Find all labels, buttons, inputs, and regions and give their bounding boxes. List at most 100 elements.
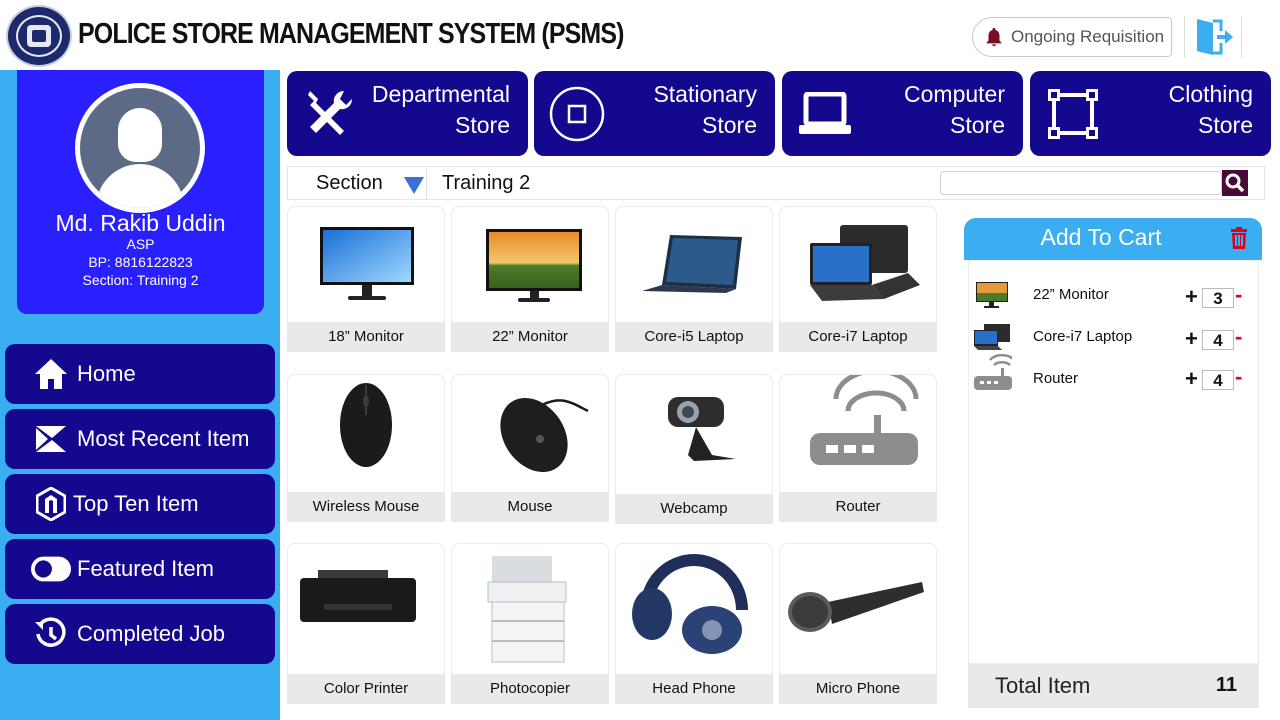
nav-item-home[interactable]: Home: [5, 344, 275, 404]
cart-item-name: Router: [1033, 370, 1079, 387]
cart-item-name: Core-i7 Laptop: [1033, 328, 1133, 345]
product-name: Micro Phone: [779, 674, 937, 704]
cart-item: Router + 4 -: [969, 354, 1258, 391]
product-card[interactable]: Router: [779, 374, 937, 522]
search-icon: [1225, 173, 1245, 193]
product-name: Router: [779, 492, 937, 522]
avatar: [75, 83, 205, 213]
cart-item: Core-i7 Laptop + 4 -: [969, 322, 1258, 354]
police-logo: [6, 5, 72, 67]
product-name: Color Printer: [287, 674, 445, 704]
product-name: Wireless Mouse: [287, 492, 445, 522]
qty-input[interactable]: 3: [1202, 288, 1234, 308]
total-label: Total Item: [995, 673, 1091, 698]
nav-item-completed-job[interactable]: Completed Job: [5, 604, 275, 664]
shield-icon: [36, 487, 66, 521]
product-card[interactable]: Photocopier: [451, 543, 609, 704]
section-dropdown-arrow-icon[interactable]: [404, 177, 424, 194]
profile-section: Section: Training 2: [82, 272, 199, 288]
product-card[interactable]: Micro Phone: [779, 543, 937, 704]
profile-rank: ASP: [126, 236, 155, 252]
trash-icon[interactable]: [1230, 227, 1248, 249]
profile-name: Md. Rakib Uddin: [55, 210, 226, 236]
product-name: 22” Monitor: [451, 322, 609, 352]
product-card[interactable]: Color Printer: [287, 543, 445, 704]
nav-label-completed-job: Completed Job: [77, 621, 225, 646]
product-card[interactable]: Mouse: [451, 374, 609, 522]
store-tile-stationary[interactable]: Stationary Store: [534, 71, 775, 156]
store-tile-departmental[interactable]: Departmental Store: [287, 71, 528, 156]
store-line1: Departmental: [371, 81, 510, 107]
section-label: Section: [316, 172, 383, 194]
laptop-image: [642, 235, 742, 293]
increase-qty-button[interactable]: +: [1185, 326, 1198, 352]
store-line1: Stationary: [653, 81, 757, 107]
decrease-qty-button[interactable]: -: [1235, 364, 1242, 390]
nav-item-most-recent[interactable]: Most Recent Item: [5, 409, 275, 469]
cart-item: 22” Monitor + 3 -: [969, 280, 1258, 312]
store-tile-clothing[interactable]: Clothing Store: [1030, 71, 1271, 156]
increase-qty-button[interactable]: +: [1185, 366, 1198, 392]
search-button[interactable]: [1222, 170, 1248, 196]
header: POLICE STORE MANAGEMENT SYSTEM (PSMS) On…: [0, 0, 1280, 70]
store-line2: Store: [702, 112, 757, 138]
cart-title: Add To Cart: [1040, 224, 1162, 250]
app-title: POLICE STORE MANAGEMENT SYSTEM (PSMS): [78, 18, 624, 50]
microphone-image: [788, 582, 924, 632]
recent-icon: [36, 426, 66, 452]
product-name: Core-i5 Laptop: [615, 322, 773, 352]
product-card[interactable]: 22” Monitor: [451, 206, 609, 352]
product-name: 18” Monitor: [287, 322, 445, 352]
webcam-image: [668, 397, 736, 461]
store-line1: Computer: [904, 81, 1005, 107]
laptop-image: [810, 225, 920, 301]
product-card[interactable]: Core-i5 Laptop: [615, 206, 773, 352]
printer-image: [300, 570, 416, 622]
router-image: [810, 375, 919, 465]
monitor-image: [486, 229, 582, 302]
increase-qty-button[interactable]: +: [1185, 284, 1198, 310]
filter-bar: Section Training 2: [287, 166, 1265, 200]
product-card[interactable]: 18” Monitor: [287, 206, 445, 352]
product-name: Webcamp: [615, 494, 773, 524]
product-card[interactable]: Webcamp: [615, 374, 773, 524]
cart-router-thumb: [974, 354, 1012, 390]
cart-monitor-thumb: [976, 282, 1008, 308]
nav-item-top-ten[interactable]: Top Ten Item: [5, 474, 275, 534]
logout-icon: [1197, 19, 1233, 55]
nav-item-featured[interactable]: Featured Item: [5, 539, 275, 599]
decrease-qty-button[interactable]: -: [1235, 282, 1242, 308]
nav-label-most-recent: Most Recent Item: [77, 426, 250, 451]
section-value[interactable]: Training 2: [442, 172, 530, 195]
nav-label-top-ten: Top Ten Item: [73, 491, 199, 516]
store-tile-computer[interactable]: Computer Store: [782, 71, 1023, 156]
cart-laptop-thumb: [974, 324, 1010, 350]
product-card[interactable]: Wireless Mouse: [287, 374, 445, 522]
total-value: 11: [1215, 674, 1237, 696]
product-name: Head Phone: [615, 674, 773, 704]
search-input[interactable]: [940, 171, 1222, 195]
photocopier-image: [487, 556, 567, 663]
profile-card: Md. Rakib Uddin ASP BP: 8816122823 Secti…: [17, 70, 264, 314]
product-name: Mouse: [451, 492, 609, 522]
toggle-icon: [31, 556, 71, 582]
product-name: Core-i7 Laptop: [779, 322, 937, 352]
decrease-qty-button[interactable]: -: [1235, 324, 1242, 350]
store-line2: Store: [455, 112, 510, 138]
bell-icon: [986, 27, 1002, 47]
product-card[interactable]: Core-i7 Laptop: [779, 206, 937, 352]
ongoing-requisition-button[interactable]: Ongoing Requisition: [972, 17, 1172, 57]
logout-button[interactable]: [1184, 16, 1242, 58]
monitor-image: [320, 227, 414, 300]
product-card[interactable]: Head Phone: [615, 543, 773, 704]
app-root: POLICE STORE MANAGEMENT SYSTEM (PSMS) On…: [0, 0, 1280, 720]
cart-body: 22” Monitor + 3 - Core-i7 Laptop + 4 - R…: [968, 260, 1259, 664]
profile-bp: BP: 8816122823: [88, 254, 193, 270]
qty-input[interactable]: 4: [1202, 370, 1234, 390]
product-name: Photocopier: [451, 674, 609, 704]
cart-total-bar: Total Item 11: [968, 664, 1259, 708]
nav-label-home: Home: [77, 361, 136, 386]
filter-divider: [426, 169, 427, 199]
qty-input[interactable]: 4: [1202, 330, 1234, 350]
home-icon: [35, 359, 67, 389]
